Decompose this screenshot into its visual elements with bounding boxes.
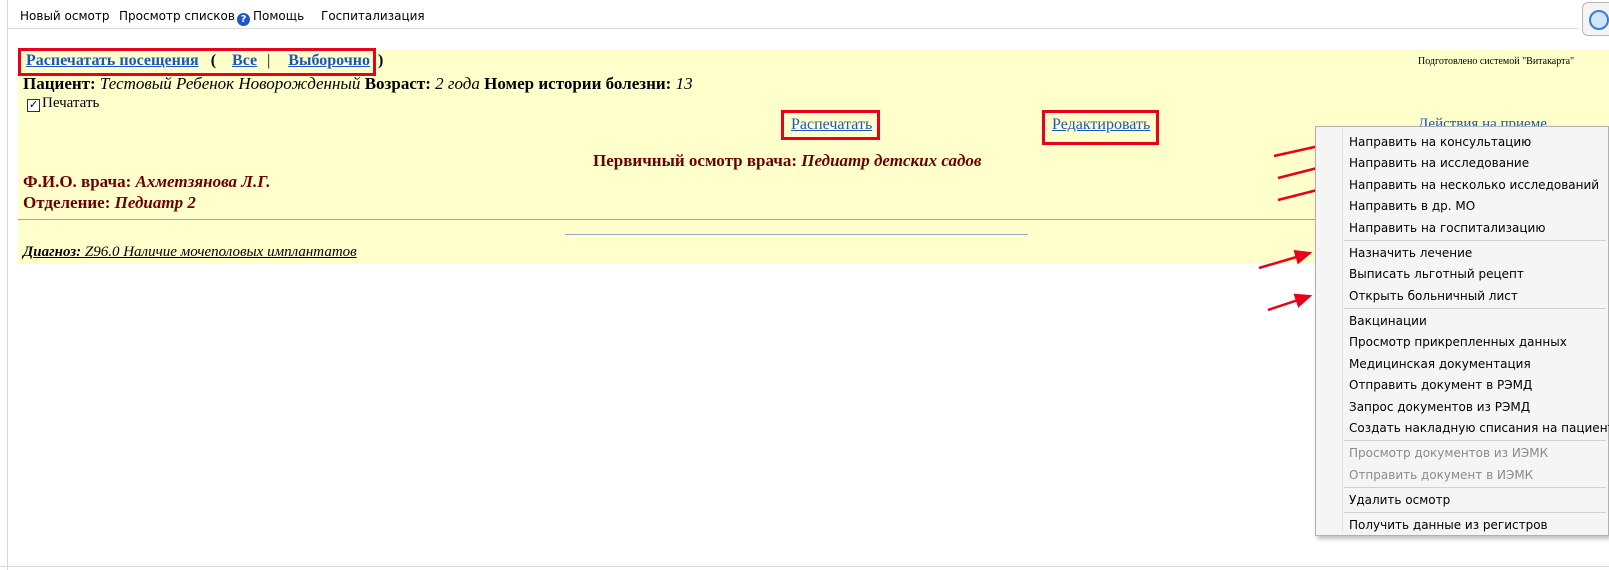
ctx-view-iemk-docs: Просмотр документов из ИЭМК: [1349, 446, 1549, 460]
ctx-open-sick-leave[interactable]: Открыть больничный лист: [1349, 289, 1518, 303]
ctx-request-remd[interactable]: Запрос документов из РЭМД: [1349, 400, 1530, 414]
ctx-separator: [1344, 512, 1606, 513]
ctx-refer-examination[interactable]: Направить на исследование: [1349, 156, 1529, 170]
ctx-medical-documentation[interactable]: Медицинская документация: [1349, 357, 1531, 371]
ctx-refer-multiple-examinations[interactable]: Направить на несколько исследований: [1349, 178, 1599, 192]
ctx-send-iemk: Отправить документ в ИЭМК: [1349, 468, 1534, 482]
ctx-separator: [1344, 308, 1606, 309]
ctx-attached-data[interactable]: Просмотр прикрепленных данных: [1349, 335, 1567, 349]
context-menu-gutter: [1342, 129, 1343, 533]
ctx-refer-other-mo[interactable]: Направить в др. МО: [1349, 199, 1475, 213]
ctx-delete-exam[interactable]: Удалить осмотр: [1349, 493, 1450, 507]
ctx-preferential-prescription[interactable]: Выписать льготный рецепт: [1349, 267, 1524, 281]
ctx-vaccinations[interactable]: Вакцинации: [1349, 314, 1427, 328]
arrow-5: [1267, 293, 1313, 312]
ctx-registry-data[interactable]: Получить данные из регистров: [1349, 518, 1548, 532]
ctx-refer-consultation[interactable]: Направить на консультацию: [1349, 135, 1531, 149]
ctx-create-writeoff-invoice[interactable]: Создать накладную списания на пациента: [1349, 421, 1609, 435]
ctx-separator: [1344, 240, 1606, 241]
ctx-separator: [1344, 487, 1606, 488]
ctx-send-remd[interactable]: Отправить документ в РЭМД: [1349, 378, 1532, 392]
ctx-separator: [1344, 440, 1606, 441]
context-menu: Направить на консультацию Направить на и…: [1315, 126, 1609, 536]
arrow-4: [1258, 250, 1313, 270]
ctx-prescribe-treatment[interactable]: Назначить лечение: [1349, 246, 1472, 260]
ctx-refer-hospitalization[interactable]: Направить на госпитализацию: [1349, 221, 1545, 235]
